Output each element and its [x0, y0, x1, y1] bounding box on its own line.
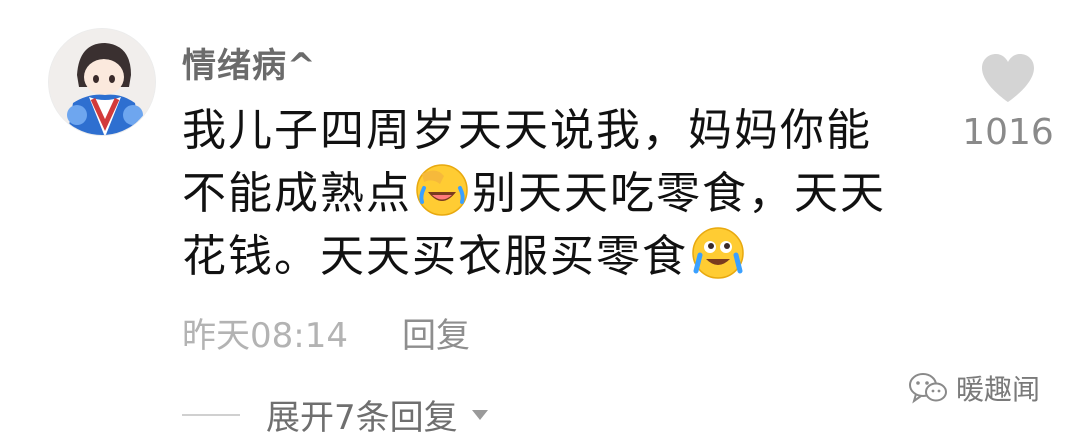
watermark: 暖趣闻: [908, 368, 1040, 408]
expand-replies: 展开7条回复: [182, 390, 490, 438]
expand-divider: [182, 413, 240, 416]
wechat-icon: [909, 373, 947, 404]
avatar-image: [49, 29, 155, 135]
caret-down-icon: [471, 409, 488, 420]
comment-card: 情绪病^ 我儿子四周岁天天说我，妈妈你能不能成熟点 别天天吃零食，天天花钱。天天…: [0, 0, 1080, 438]
teary-laugh-emoji: [692, 227, 744, 279]
reply-button[interactable]: 回复: [402, 308, 470, 357]
comment-meta: 昨天08:14 回复: [182, 308, 470, 357]
avatar[interactable]: [48, 28, 156, 136]
like-count: 1016: [962, 112, 1054, 153]
comment-text: 我儿子四周岁天天说我，妈妈你能不能成熟点 别天天吃零食，天天花钱。天天买衣服买零…: [182, 100, 902, 288]
expand-replies-button[interactable]: 展开7条回复: [266, 390, 490, 438]
expand-replies-label: 展开7条回复: [266, 398, 458, 438]
timestamp: 昨天08:14: [182, 316, 348, 356]
like-button[interactable]: 1016: [960, 52, 1056, 153]
heart-icon: [982, 54, 1034, 102]
username[interactable]: 情绪病^: [182, 38, 317, 87]
watermark-text: 暖趣闻: [956, 373, 1041, 406]
facepalm-laugh-emoji: [416, 164, 468, 216]
